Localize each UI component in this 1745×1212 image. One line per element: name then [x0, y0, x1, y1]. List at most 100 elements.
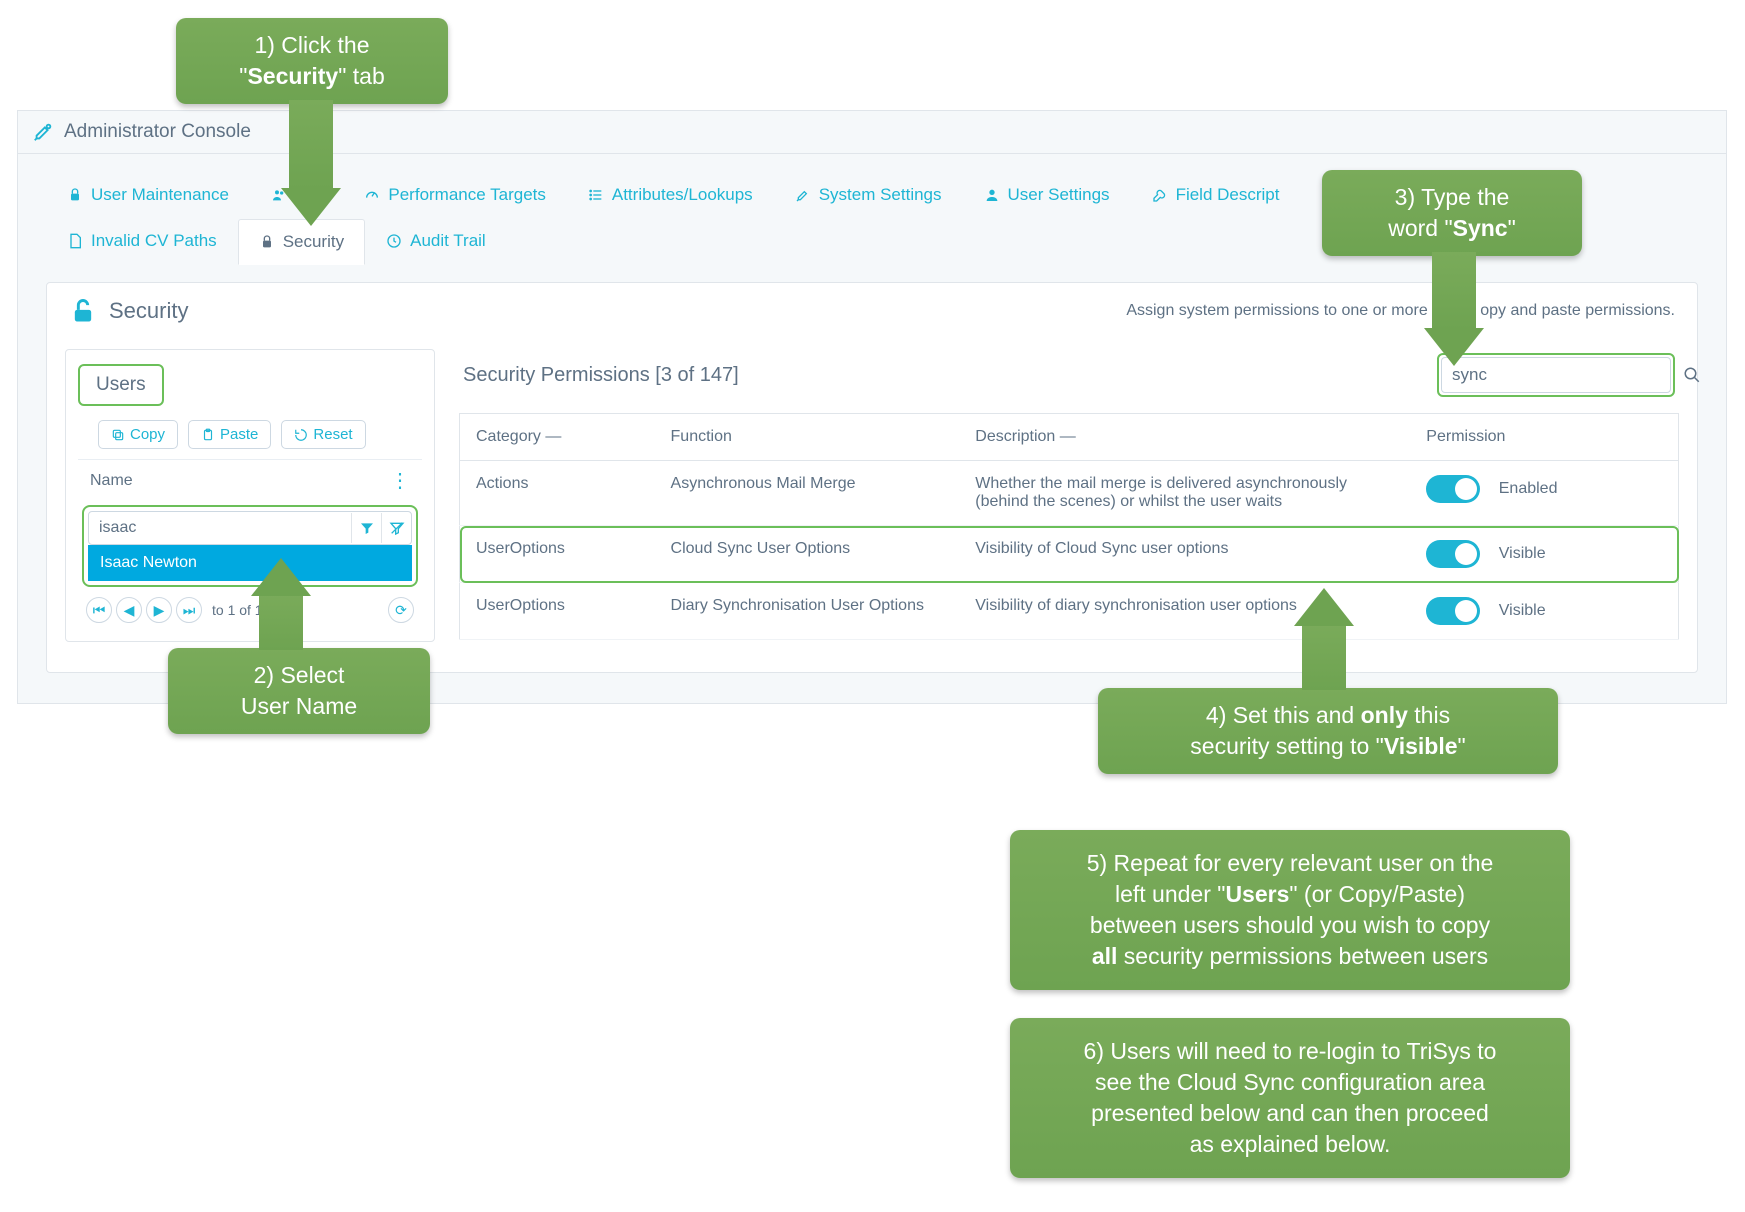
clear-filter-icon[interactable]	[381, 513, 411, 543]
tab-user-settings[interactable]: User Settings	[963, 172, 1131, 218]
toggle-switch[interactable]	[1426, 475, 1480, 503]
tab-label: Attributes/Lookups	[612, 185, 753, 205]
user-filter-input[interactable]	[89, 512, 351, 544]
col-permission[interactable]: Permission	[1410, 414, 1678, 461]
callout-4: 4) Set this and only this security setti…	[1098, 688, 1558, 774]
reset-label: Reset	[313, 426, 352, 443]
cell-category: UserOptions	[460, 526, 655, 583]
callout-2: 2) Select User Name	[168, 648, 430, 734]
cell-category: Actions	[460, 461, 655, 526]
callout-text: between users should you wish to copy	[1090, 912, 1490, 938]
cell-permission: Enabled	[1410, 461, 1678, 526]
cell-permission: Visible	[1410, 526, 1678, 583]
user-row-selected[interactable]: Isaac Newton	[88, 545, 412, 581]
table-header-row: Category — Function Description — Permis…	[460, 414, 1679, 461]
tab-invalid-cv-paths[interactable]: Invalid CV Paths	[46, 218, 238, 264]
col-function[interactable]: Function	[655, 414, 960, 461]
copy-button[interactable]: Copy	[98, 420, 178, 449]
toggle-switch[interactable]	[1426, 597, 1480, 625]
paste-button[interactable]: Paste	[188, 420, 271, 449]
tab-audit-trail[interactable]: Audit Trail	[365, 218, 507, 264]
tab-label: Security	[283, 232, 344, 252]
tab-label: Audit Trail	[410, 231, 486, 251]
reset-icon	[294, 428, 308, 442]
column-name[interactable]: Name	[90, 472, 133, 490]
callout-text: security permissions between users	[1117, 943, 1488, 969]
tab-system-settings[interactable]: System Settings	[774, 172, 963, 218]
tab-user-maintenance[interactable]: User Maintenance	[46, 172, 250, 218]
paste-icon	[201, 428, 215, 442]
wrench-icon	[1152, 187, 1168, 203]
lock-icon	[259, 234, 275, 250]
callout-1: 1) Click the "Security" tab	[176, 18, 448, 104]
app-title: Administrator Console	[64, 121, 251, 143]
table-row: UserOptions Diary Synchronisation User O…	[460, 583, 1679, 640]
callout-text: word "	[1388, 215, 1452, 241]
callout-text: "	[1458, 733, 1466, 759]
table-row-highlighted: UserOptions Cloud Sync User Options Visi…	[460, 526, 1679, 583]
app-header: Administrator Console	[18, 111, 1726, 154]
callout-text: 3) Type the	[1395, 184, 1510, 210]
users-tab[interactable]: Users	[78, 364, 164, 406]
cell-function: Asynchronous Mail Merge	[655, 461, 960, 526]
clock-icon	[386, 233, 402, 249]
list-icon	[588, 187, 604, 203]
col-category[interactable]: Category —	[460, 414, 655, 461]
tab-label: User Settings	[1008, 185, 1110, 205]
tab-performance-targets[interactable]: Performance Targets	[343, 172, 566, 218]
user-actions: Copy Paste Reset	[98, 420, 422, 449]
lock-icon	[67, 187, 83, 203]
callout-text: 4) Set this and	[1206, 702, 1361, 728]
callout-text: Security	[247, 63, 338, 89]
callout-text: this	[1408, 702, 1450, 728]
reset-button[interactable]: Reset	[281, 420, 365, 449]
callout-text: 6) Users will need to re-login to TriSys…	[1084, 1038, 1497, 1064]
permissions-title: Security Permissions [3 of 147]	[463, 364, 739, 387]
callout-text: all	[1092, 943, 1118, 969]
callout-text: Visible	[1384, 733, 1458, 759]
arrow-head-icon	[251, 558, 311, 596]
grid-header: Name ⋮	[78, 459, 422, 501]
cell-function: Diary Synchronisation User Options	[655, 583, 960, 640]
cell-permission: Visible	[1410, 583, 1678, 640]
tab-label: Performance Targets	[388, 185, 545, 205]
arrow-head-icon	[1424, 328, 1484, 366]
callout-text: see the Cloud Sync configuration area	[1095, 1069, 1485, 1095]
col-description[interactable]: Description —	[959, 414, 1410, 461]
tab-attributes-lookups[interactable]: Attributes/Lookups	[567, 172, 774, 218]
toggle-label: Visible	[1499, 545, 1546, 563]
callout-text: " (or Copy/Paste)	[1289, 881, 1465, 907]
filter-icon[interactable]	[351, 513, 381, 543]
callout-text: "	[1508, 215, 1516, 241]
panel-subtitle: Assign system permissions to one or more…	[1126, 302, 1675, 320]
callout-text: presented below and can then proceed	[1091, 1100, 1489, 1126]
pager: ⏮ ◀ ▶ ⏭ to 1 of 1 rows ⟳	[78, 587, 422, 623]
table-row: Actions Asynchronous Mail Merge Whether …	[460, 461, 1679, 526]
pager-prev-icon[interactable]: ◀	[116, 597, 142, 623]
unlock-icon	[69, 297, 97, 325]
copy-icon	[111, 428, 125, 442]
permissions-panel: Security Permissions [3 of 147]	[459, 349, 1679, 642]
callout-text: User Name	[241, 693, 357, 719]
pager-next-icon[interactable]: ▶	[146, 597, 172, 623]
toggle-label: Visible	[1499, 602, 1546, 620]
cell-description: Visibility of Cloud Sync user options	[959, 526, 1410, 583]
pager-first-icon[interactable]: ⏮	[86, 597, 112, 623]
column-menu-icon[interactable]: ⋮	[390, 468, 410, 493]
pager-last-icon[interactable]: ⏭	[176, 597, 202, 623]
callout-text: 2) Select	[254, 662, 345, 688]
permissions-table: Category — Function Description — Permis…	[459, 413, 1679, 640]
copy-label: Copy	[130, 426, 165, 443]
tab-label: User Maintenance	[91, 185, 229, 205]
callout-text: security setting to "	[1190, 733, 1384, 759]
toggle-switch[interactable]	[1426, 540, 1480, 568]
callout-text: Sync	[1453, 215, 1508, 241]
pager-refresh-icon[interactable]: ⟳	[388, 597, 414, 623]
cell-category: UserOptions	[460, 583, 655, 640]
arrow-down-icon	[1432, 252, 1476, 330]
tab-field-descriptions[interactable]: Field Descript	[1131, 172, 1301, 218]
toggle-label: Enabled	[1499, 480, 1558, 498]
paste-label: Paste	[220, 426, 258, 443]
search-icon[interactable]	[1683, 358, 1701, 392]
callout-6: 6) Users will need to re-login to TriSys…	[1010, 1018, 1570, 1178]
